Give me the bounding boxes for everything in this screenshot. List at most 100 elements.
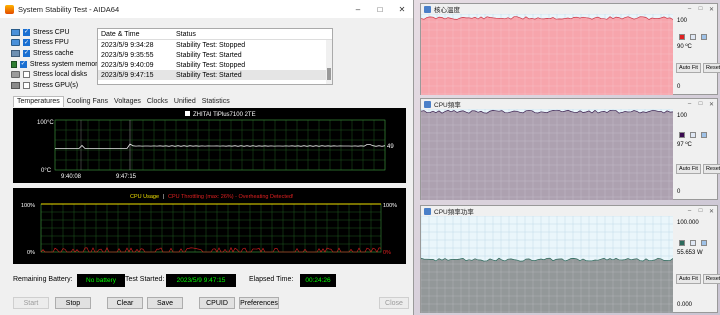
monitor-graph — [421, 109, 673, 200]
cpu-throttling-series — [40, 246, 382, 253]
stop-button[interactable]: Stop — [55, 297, 91, 309]
preferences-button[interactable]: Preferences — [239, 297, 279, 309]
monitor-side-panel: 100 90 ºC Auto Fit Reset 0 — [674, 14, 720, 94]
cpuid-button[interactable]: CPUID — [199, 297, 235, 309]
close-icon[interactable]: ✕ — [391, 0, 413, 18]
y-top-right: 100% — [383, 203, 397, 209]
monitor-title-bar[interactable]: CPU頻率 – □ ✕ — [421, 99, 717, 109]
x-label-start: 9:40:08 — [61, 174, 82, 180]
background-color-swatch[interactable] — [690, 240, 696, 247]
log-status: Stability Test: Started — [176, 51, 242, 59]
reset-button[interactable]: Reset — [702, 62, 720, 73]
stress-option-label: Stress CPU — [33, 28, 70, 36]
stress-option[interactable]: ✓ Stress system memory — [11, 59, 101, 70]
monitor-buttons: Auto Fit Reset — [676, 274, 720, 285]
clear-button[interactable]: Clear — [107, 297, 143, 309]
tab-clocks[interactable]: Clocks — [144, 96, 171, 107]
reset-button[interactable]: Reset — [702, 163, 720, 174]
maximize-icon[interactable]: □ — [695, 6, 706, 12]
checkbox[interactable]: ✓ — [19, 60, 27, 68]
tab-temperatures[interactable]: Temperatures — [13, 96, 64, 107]
scale-max: 100.000 — [677, 220, 699, 226]
current-temp-label: 49 — [387, 144, 394, 150]
table-row[interactable]: 2023/5/9 9:34:28 Stability Test: Stopped — [98, 40, 332, 50]
series-color-swatch[interactable] — [679, 131, 685, 138]
minimize-icon[interactable]: – — [684, 208, 695, 214]
checkbox[interactable]: ✓ — [23, 39, 30, 47]
minimize-icon[interactable]: – — [347, 0, 369, 18]
stress-option[interactable]: ✓ Stress FPU — [11, 38, 101, 49]
battery-value: No battery — [77, 274, 125, 287]
series-area — [421, 258, 673, 313]
series-color-swatch[interactable] — [679, 34, 685, 41]
tab-unified[interactable]: Unified — [171, 96, 199, 107]
background-color-swatch[interactable] — [690, 131, 696, 138]
status-log-table: Date & Time Status 2023/5/9 9:34:28 Stabi… — [97, 28, 333, 85]
start-button[interactable]: Start — [13, 297, 49, 309]
log-date: 2023/5/9 9:34:28 — [101, 41, 154, 49]
legend-cpu-throttling: CPU Throttling (max: 26%) - Overheating … — [168, 194, 294, 200]
reset-button[interactable]: Reset — [702, 274, 720, 285]
minimize-icon[interactable]: – — [684, 101, 695, 107]
background-color-swatch[interactable] — [690, 34, 696, 41]
grid-color-swatch[interactable] — [701, 131, 707, 138]
monitor-graph — [421, 216, 673, 313]
checkbox[interactable]: ✓ — [23, 49, 30, 57]
stress-options: ✓ Stress CPU ✓ Stress FPU ✓ Stress cache ✓ Stre… — [11, 27, 101, 91]
stress-option[interactable]: Stress local disks — [11, 69, 101, 80]
checkbox[interactable]: ✓ — [23, 28, 30, 36]
stress-option-label: Stress GPU(s) — [33, 81, 79, 89]
y-bottom-left: 0% — [27, 250, 35, 256]
monitor-title: CPU頻率功率 — [434, 209, 474, 216]
stress-option[interactable]: ✓ Stress CPU — [11, 27, 101, 38]
grid-color-swatch[interactable] — [701, 34, 707, 41]
monitor-graph — [421, 14, 673, 95]
checkbox[interactable] — [23, 71, 30, 79]
elapsed-time-value: 00:24:26 — [300, 274, 336, 287]
table-row[interactable]: 2023/5/9 9:47:15 Stability Test: Started — [98, 70, 332, 80]
title-bar[interactable]: System Stability Test - AIDA64 – □ ✕ — [0, 0, 413, 18]
monitor-side-panel: 100.000 55.653 W Auto Fit Reset 0.000 — [674, 216, 720, 312]
monitor-title-bar[interactable]: CPU頻率功率 – □ ✕ — [421, 206, 717, 216]
save-button[interactable]: Save — [147, 297, 183, 309]
legend-cpu-usage: CPU Usage — [130, 194, 159, 200]
close-icon[interactable]: ✕ — [706, 101, 717, 108]
checkbox[interactable] — [23, 81, 30, 89]
legend-label: ZHITAI TiPlus7100 2TE — [193, 112, 256, 118]
tab-statistics[interactable]: Statistics — [199, 96, 233, 107]
scrollbar-thumb[interactable] — [327, 68, 331, 80]
maximize-icon[interactable]: □ — [369, 0, 391, 18]
current-value: 55.653 W — [677, 250, 703, 257]
legend-checkbox[interactable] — [185, 111, 190, 116]
battery-label: Remaining Battery: — [13, 276, 73, 283]
stress-option[interactable]: Stress GPU(s) — [11, 80, 101, 91]
maximize-icon[interactable]: □ — [695, 101, 706, 107]
stress-option-label: Stress FPU — [33, 39, 69, 47]
monitor-title-bar[interactable]: 核心溫度 – □ ✕ — [421, 4, 717, 14]
auto-fit-button[interactable]: Auto Fit — [676, 163, 701, 174]
col-header-status[interactable]: Status — [176, 31, 332, 38]
auto-fit-button[interactable]: Auto Fit — [676, 62, 701, 73]
stress-option[interactable]: ✓ Stress cache — [11, 48, 101, 59]
elapsed-time-label: Elapsed Time: — [249, 276, 294, 283]
series-area — [421, 16, 673, 95]
table-row[interactable]: 2023/5/9 9:40:09 Stability Test: Stopped — [98, 60, 332, 70]
col-header-date[interactable]: Date & Time — [98, 31, 176, 38]
sensor-monitor-window: CPU頻率 – □ ✕ 100 97 ºC Auto Fit Reset 0 — [420, 98, 720, 200]
minimize-icon[interactable]: – — [684, 6, 695, 12]
series-color-swatch[interactable] — [679, 240, 685, 247]
table-row[interactable]: 2023/5/9 9:35:55 Stability Test: Started — [98, 50, 332, 60]
log-scrollbar[interactable] — [326, 40, 332, 84]
maximize-icon[interactable]: □ — [695, 208, 706, 214]
tab-voltages[interactable]: Voltages — [111, 96, 144, 107]
gpu-icon — [11, 81, 20, 89]
close-icon[interactable]: ✕ — [706, 208, 717, 215]
log-date: 2023/5/9 9:47:15 — [101, 71, 154, 79]
color-swatches — [679, 34, 707, 41]
close-button[interactable]: Close — [379, 297, 409, 309]
auto-fit-button[interactable]: Auto Fit — [676, 274, 701, 285]
close-icon[interactable]: ✕ — [706, 6, 717, 13]
tab-cooling-fans[interactable]: Cooling Fans — [64, 96, 111, 107]
grid-color-swatch[interactable] — [701, 240, 707, 247]
y-max-label: 100°C — [37, 120, 54, 126]
